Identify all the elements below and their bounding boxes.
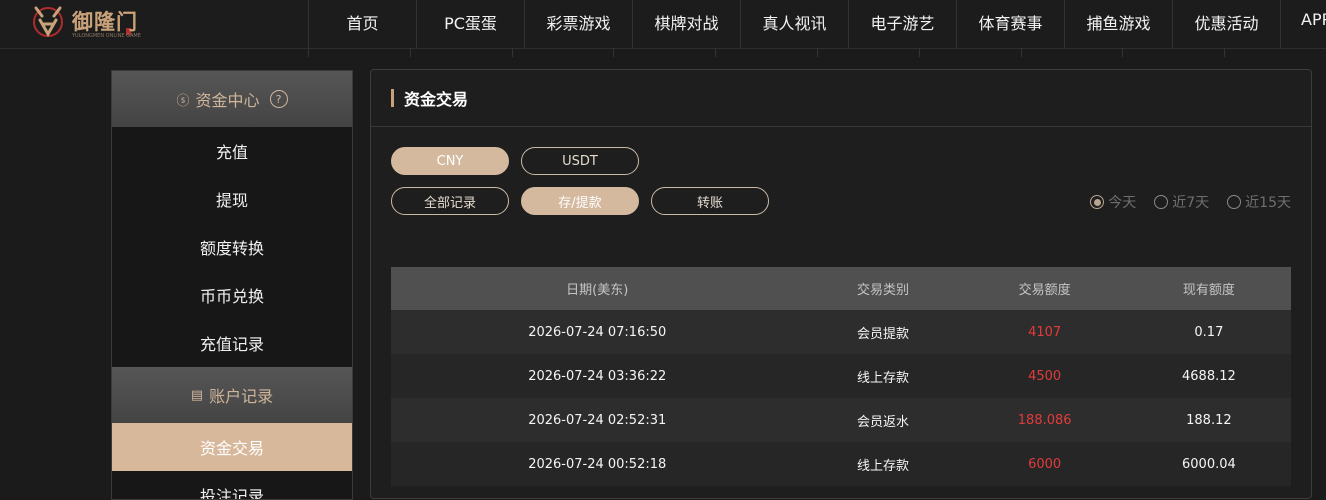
brand-subtitle: YULONGMEN ONLINE GAME bbox=[72, 33, 141, 39]
sidebar-item-deposit[interactable]: 充值 bbox=[112, 127, 352, 175]
cell-balance: 4688.12 bbox=[1126, 354, 1291, 398]
sidebar-item-withdraw[interactable]: 提现 bbox=[112, 175, 352, 223]
cell-date: 2026-07-24 07:16:50 bbox=[391, 310, 804, 354]
transactions-panel: 资金交易 CNY USDT 全部记录 存/提款 转账 今天 近7天 近15天 日… bbox=[370, 69, 1312, 499]
cell-type: 线上存款 bbox=[803, 442, 963, 486]
top-navigation: 御隆门 YULONGMEN ONLINE GAME 首页 PC蛋蛋 彩票游戏 棋… bbox=[0, 0, 1326, 49]
radio-unchecked-icon bbox=[1227, 195, 1242, 209]
date-range-selector: 今天 近7天 近15天 bbox=[1090, 192, 1291, 212]
sidebar-section-funds: ⓢ 资金中心 ? bbox=[112, 71, 352, 127]
sidebar-section-records: ▤ 账户记录 bbox=[112, 367, 352, 423]
range-label: 近15天 bbox=[1245, 195, 1291, 211]
range-label: 今天 bbox=[1108, 195, 1137, 211]
cell-amount: 188.086 bbox=[962, 398, 1127, 442]
cell-amount: 6000 bbox=[962, 442, 1127, 486]
filter-deposit-withdraw-button[interactable]: 存/提款 bbox=[521, 187, 639, 215]
filter-transfer-button[interactable]: 转账 bbox=[651, 187, 769, 215]
document-icon: ▤ bbox=[190, 387, 204, 403]
cell-balance: 6000.04 bbox=[1126, 442, 1291, 486]
sidebar-item-deposit-records[interactable]: 充值记录 bbox=[112, 319, 352, 367]
cell-type: 会员返水 bbox=[803, 398, 963, 442]
range-label: 近7天 bbox=[1172, 195, 1210, 211]
sidebar-section-title: 账户记录 bbox=[209, 387, 274, 406]
nav-item-live-casino[interactable]: 真人视讯 bbox=[740, 0, 848, 48]
column-header-amount: 交易额度 bbox=[962, 267, 1127, 310]
main-nav: 首页 PC蛋蛋 彩票游戏 棋牌对战 真人视讯 电子游艺 体育赛事 捕鱼游戏 优惠… bbox=[308, 0, 1326, 48]
cell-amount: 4500 bbox=[962, 354, 1127, 398]
table-row: 2026-07-24 02:52:31 会员返水 188.086 188.12 bbox=[391, 398, 1291, 442]
nav-item-home[interactable]: 首页 bbox=[308, 0, 416, 48]
cell-balance: 188.12 bbox=[1126, 398, 1291, 442]
cell-type: 线上存款 bbox=[803, 354, 963, 398]
column-header-date: 日期(美东) bbox=[391, 267, 804, 310]
title-accent-bar bbox=[391, 89, 394, 107]
table-row: 2026-07-24 03:36:22 线上存款 4500 4688.12 bbox=[391, 354, 1291, 398]
nav-item-app[interactable]: APP bbox=[1280, 0, 1326, 48]
column-header-type: 交易类别 bbox=[803, 267, 963, 310]
sidebar-item-transfer-quota[interactable]: 额度转换 bbox=[112, 223, 352, 271]
nav-item-sports[interactable]: 体育赛事 bbox=[956, 0, 1064, 48]
sidebar: ⓢ 资金中心 ? 充值 提现 额度转换 币币兑换 充值记录 ▤ 账户记录 资金交… bbox=[111, 70, 353, 500]
cell-date: 2026-07-24 03:36:22 bbox=[391, 354, 804, 398]
page-title: 资金交易 bbox=[404, 90, 469, 109]
cell-type: 会员提款 bbox=[803, 310, 963, 354]
cell-amount: 4107 bbox=[962, 310, 1127, 354]
nav-item-promotions[interactable]: 优惠活动 bbox=[1172, 0, 1280, 48]
column-header-balance: 现有额度 bbox=[1126, 267, 1291, 310]
sidebar-item-currency-exchange[interactable]: 币币兑换 bbox=[112, 271, 352, 319]
table-row: 2026-07-24 00:52:18 线上存款 6000 6000.04 bbox=[391, 442, 1291, 486]
currency-usdt-button[interactable]: USDT bbox=[521, 147, 639, 175]
radio-unchecked-icon bbox=[1154, 195, 1169, 209]
nav-item-fishing[interactable]: 捕鱼游戏 bbox=[1064, 0, 1172, 48]
sidebar-section-title: 资金中心 bbox=[195, 91, 260, 110]
filter-all-records-button[interactable]: 全部记录 bbox=[391, 187, 509, 215]
nav-item-lottery[interactable]: 彩票游戏 bbox=[524, 0, 632, 48]
sidebar-item-fund-transactions[interactable]: 资金交易 bbox=[112, 423, 352, 471]
range-15days-radio[interactable]: 近15天 bbox=[1227, 192, 1291, 212]
range-7days-radio[interactable]: 近7天 bbox=[1154, 192, 1209, 212]
currency-cny-button[interactable]: CNY bbox=[391, 147, 509, 175]
range-today-radio[interactable]: 今天 bbox=[1090, 192, 1136, 212]
cell-date: 2026-07-24 02:52:31 bbox=[391, 398, 804, 442]
nav-item-chess-cards[interactable]: 棋牌对战 bbox=[632, 0, 740, 48]
help-icon[interactable]: ? bbox=[269, 90, 288, 108]
transactions-table: 日期(美东) 交易类别 交易额度 现有额度 2026-07-24 07:16:5… bbox=[391, 267, 1291, 486]
cell-date: 2026-07-24 00:52:18 bbox=[391, 442, 804, 486]
cell-balance: 0.17 bbox=[1126, 310, 1291, 354]
table-row: 2026-07-24 07:16:50 会员提款 4107 0.17 bbox=[391, 310, 1291, 354]
nav-item-pc-egg[interactable]: PC蛋蛋 bbox=[416, 0, 524, 48]
coin-icon: ⓢ bbox=[176, 93, 190, 109]
sidebar-item-bet-records[interactable]: 投注记录 bbox=[112, 471, 352, 499]
radio-checked-icon bbox=[1090, 195, 1105, 209]
nav-item-slots[interactable]: 电子游艺 bbox=[848, 0, 956, 48]
nav-divider bbox=[308, 48, 1326, 57]
brand-name[interactable]: 御隆门 bbox=[72, 6, 138, 36]
panel-header: 资金交易 bbox=[371, 70, 1311, 127]
table-header-row: 日期(美东) 交易类别 交易额度 现有额度 bbox=[391, 267, 1291, 310]
